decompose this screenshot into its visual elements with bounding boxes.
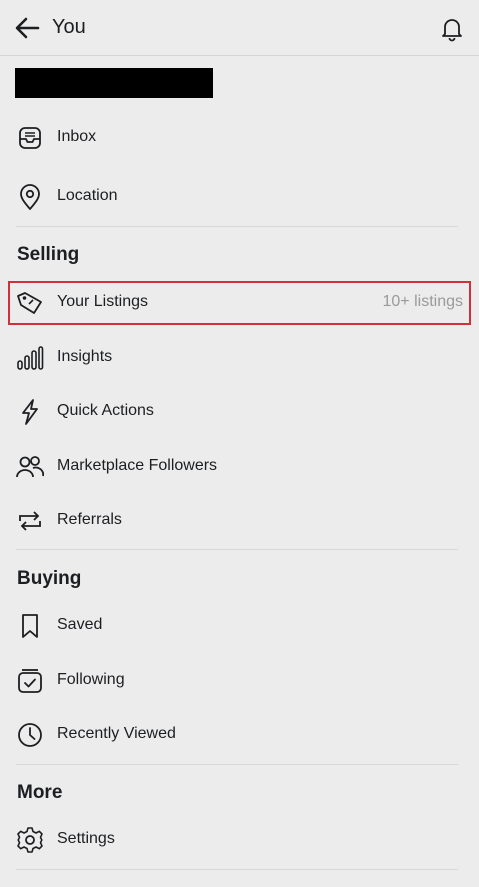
- menu-item-label: Inbox: [57, 128, 97, 145]
- menu-item-label: Referrals: [57, 511, 122, 528]
- divider: [16, 764, 458, 765]
- menu-item-label: Location: [57, 187, 118, 204]
- lightning-icon: [15, 398, 45, 426]
- menu-item-label: Settings: [57, 830, 115, 847]
- menu-item-marketplace-followers[interactable]: Marketplace Followers: [0, 445, 479, 489]
- gear-icon: [15, 826, 45, 854]
- clock-icon: [15, 721, 45, 749]
- arrow-left-icon: [14, 17, 40, 39]
- bookmark-icon: [15, 612, 45, 640]
- page-title: You: [52, 16, 86, 38]
- divider: [16, 549, 458, 550]
- menu-item-location[interactable]: Location: [0, 175, 479, 219]
- notifications-button[interactable]: [435, 12, 469, 46]
- section-title-selling: Selling: [17, 244, 80, 265]
- calendar-check-icon: [15, 667, 45, 695]
- divider: [16, 869, 458, 870]
- bell-icon: [439, 16, 465, 42]
- redacted-profile-name: [15, 68, 213, 98]
- top-bar: You: [0, 0, 479, 56]
- menu-item-inbox[interactable]: Inbox: [0, 116, 479, 160]
- section-title-buying: Buying: [17, 568, 82, 589]
- menu-item-referrals[interactable]: Referrals: [0, 499, 479, 543]
- section-title-more: More: [17, 782, 63, 803]
- menu-item-recently-viewed[interactable]: Recently Viewed: [0, 713, 479, 757]
- menu-item-label: Insights: [57, 348, 113, 365]
- people-icon: [15, 453, 45, 481]
- inbox-icon: [15, 124, 45, 152]
- menu-item-label: Following: [57, 671, 125, 688]
- location-pin-icon: [15, 183, 45, 211]
- highlight-box: [8, 281, 471, 325]
- menu-item-quick-actions[interactable]: Quick Actions: [0, 390, 479, 434]
- bar-chart-icon: [15, 344, 45, 372]
- menu-item-insights[interactable]: Insights: [0, 336, 479, 380]
- menu-item-following[interactable]: Following: [0, 659, 479, 703]
- menu-item-label: Saved: [57, 616, 103, 633]
- divider: [16, 226, 458, 227]
- back-button[interactable]: [10, 12, 44, 44]
- menu-item-label: Recently Viewed: [57, 725, 176, 742]
- menu-item-saved[interactable]: Saved: [0, 604, 479, 648]
- repeat-icon: [15, 507, 45, 535]
- menu-item-settings[interactable]: Settings: [0, 818, 479, 862]
- menu-item-label: Marketplace Followers: [57, 457, 218, 474]
- menu-item-label: Quick Actions: [57, 402, 154, 419]
